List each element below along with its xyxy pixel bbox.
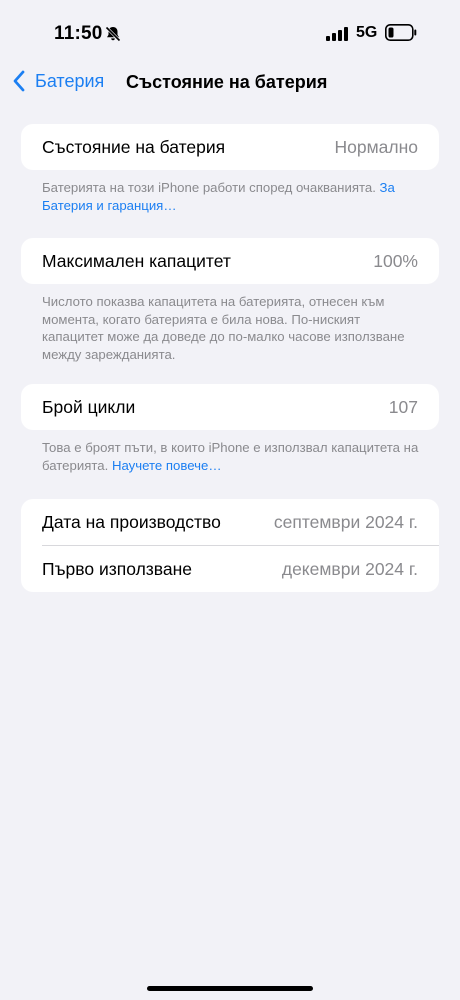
max-capacity-row: Максимален капацитет 100% — [21, 238, 439, 284]
learn-more-link[interactable]: Научете повече… — [112, 458, 222, 473]
cycle-count-note-text: Това е броят пъти, в които iPhone е изпо… — [42, 440, 419, 473]
first-use-label: Първо използване — [42, 558, 193, 579]
max-capacity-value: 100% — [373, 250, 418, 271]
first-use-row: Първо използване декември 2024 г. — [21, 546, 439, 592]
signal-bars-icon — [326, 27, 348, 41]
max-capacity-label: Максимален капацитет — [42, 250, 231, 271]
status-time: 11:50 — [54, 23, 103, 44]
page-title: Състояние на батерия — [126, 72, 328, 92]
max-capacity-note: Числото показва капацитета на батерията,… — [42, 294, 405, 362]
chevron-left-icon — [13, 70, 25, 92]
dates-card: Дата на производство септември 2024 г. П… — [21, 499, 439, 592]
battery-icon — [385, 24, 417, 41]
manufacture-date-value: септември 2024 г. — [273, 511, 418, 532]
cycle-count-label: Брой цикли — [42, 396, 136, 417]
bell-slash-icon — [105, 26, 121, 42]
back-button[interactable]: Батерия — [12, 70, 104, 92]
status-bar: 11:50 5G — [0, 0, 460, 64]
manufacture-date-label: Дата на производство — [42, 511, 221, 532]
cycle-count-value: 107 — [388, 396, 418, 417]
battery-health-note-text: Батерията на този iPhone работи според о… — [42, 180, 376, 195]
battery-health-row: Състояние на батерия Нормално — [21, 124, 439, 170]
battery-health-note: Батерията на този iPhone работи според о… — [42, 179, 422, 214]
battery-health-card: Състояние на батерия Нормално — [21, 124, 439, 170]
battery-health-label: Състояние на батерия — [42, 136, 226, 157]
manufacture-date-row: Дата на производство септември 2024 г. — [21, 499, 439, 545]
network-type: 5G — [356, 24, 378, 41]
home-indicator[interactable] — [147, 986, 313, 991]
back-button-label: Батерия — [35, 70, 105, 91]
cycle-count-note: Това е броят пъти, в които iPhone е изпо… — [42, 439, 422, 474]
cycle-count-row: Брой цикли 107 — [21, 384, 439, 430]
battery-health-value: Нормално — [334, 136, 418, 157]
first-use-value: декември 2024 г. — [281, 558, 418, 579]
navigation-bar: Батерия Състояние на батерия — [0, 64, 460, 104]
max-capacity-card: Максимален капацитет 100% — [21, 238, 439, 284]
cycle-count-card: Брой цикли 107 — [21, 384, 439, 430]
